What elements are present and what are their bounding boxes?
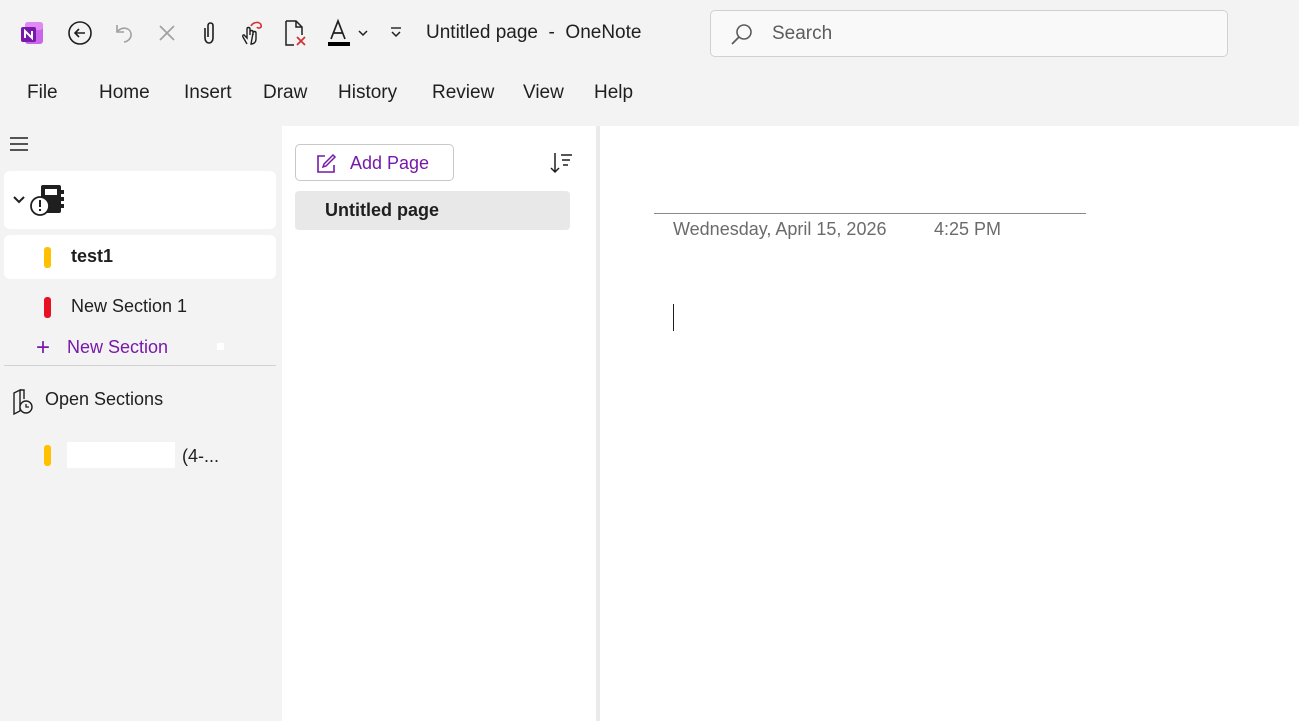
search-placeholder: Search xyxy=(772,23,833,44)
open-section-label: (4-... xyxy=(182,446,220,466)
font-color-icon[interactable] xyxy=(322,16,354,50)
delete-icon[interactable] xyxy=(150,16,184,50)
menu-insert[interactable]: Insert xyxy=(184,82,232,104)
open-sections-label: Open Sections xyxy=(45,389,164,409)
customize-toolbar-icon[interactable] xyxy=(386,16,406,50)
menu-view[interactable]: View xyxy=(523,82,564,104)
onenote-logo-icon[interactable] xyxy=(15,16,49,50)
section-color-tab xyxy=(44,445,51,466)
page-title-line[interactable] xyxy=(654,213,1086,214)
add-page-icon xyxy=(315,153,337,180)
menu-bar: File Home Insert Draw History Review Vie… xyxy=(0,74,1299,114)
nav-divider xyxy=(4,365,276,366)
page-time: 4:25 PM xyxy=(934,219,1002,239)
navigation-toggle-icon[interactable] xyxy=(9,135,31,155)
menu-home[interactable]: Home xyxy=(99,82,150,104)
section-test1[interactable]: test1 xyxy=(4,235,276,279)
plus-icon: + xyxy=(36,334,51,361)
attach-file-icon[interactable] xyxy=(192,16,226,50)
nav-marker xyxy=(217,343,224,350)
add-page-button[interactable]: Add Page xyxy=(295,144,454,181)
chevron-down-icon[interactable] xyxy=(12,193,26,211)
page-item-label: Untitled page xyxy=(325,200,440,220)
notebook-sync-error-icon xyxy=(29,182,67,225)
title-bar: Untitled page - OneNote Search xyxy=(0,0,1299,66)
section-new-section-1[interactable]: New Section 1 xyxy=(4,285,276,329)
section-label: New Section 1 xyxy=(71,296,188,316)
open-sections-icon xyxy=(10,387,36,422)
search-icon xyxy=(729,22,755,53)
notebook-selector[interactable] xyxy=(4,171,276,229)
page-item-untitled[interactable]: Untitled page xyxy=(295,191,570,230)
search-box[interactable]: Search xyxy=(710,10,1228,57)
text-cursor xyxy=(673,304,674,331)
page-canvas[interactable]: Wednesday, April 15, 2026 4:25 PM xyxy=(600,126,1299,721)
redacted-section-name xyxy=(67,442,175,468)
font-color-dropdown-icon[interactable] xyxy=(354,16,372,50)
menu-history[interactable]: History xyxy=(338,82,397,104)
delete-page-icon[interactable] xyxy=(278,16,312,50)
menu-help[interactable]: Help xyxy=(594,82,633,104)
section-color-tab xyxy=(44,247,51,268)
menu-draw[interactable]: Draw xyxy=(263,82,307,104)
menu-file[interactable]: File xyxy=(27,82,58,104)
add-page-label: Add Page xyxy=(350,153,430,173)
window-title: Untitled page - OneNote xyxy=(426,22,642,43)
back-icon[interactable] xyxy=(63,16,97,50)
new-section-label: New Section xyxy=(67,337,169,357)
undo-icon[interactable] xyxy=(106,16,140,50)
sort-icon[interactable] xyxy=(548,150,574,181)
page-date: Wednesday, April 15, 2026 xyxy=(673,219,887,239)
section-color-tab xyxy=(44,297,51,318)
page-list-pane: Add Page Untitled page xyxy=(282,126,596,721)
touch-draw-icon[interactable] xyxy=(233,16,267,50)
section-label: test1 xyxy=(71,246,114,266)
menu-review[interactable]: Review xyxy=(432,82,494,104)
